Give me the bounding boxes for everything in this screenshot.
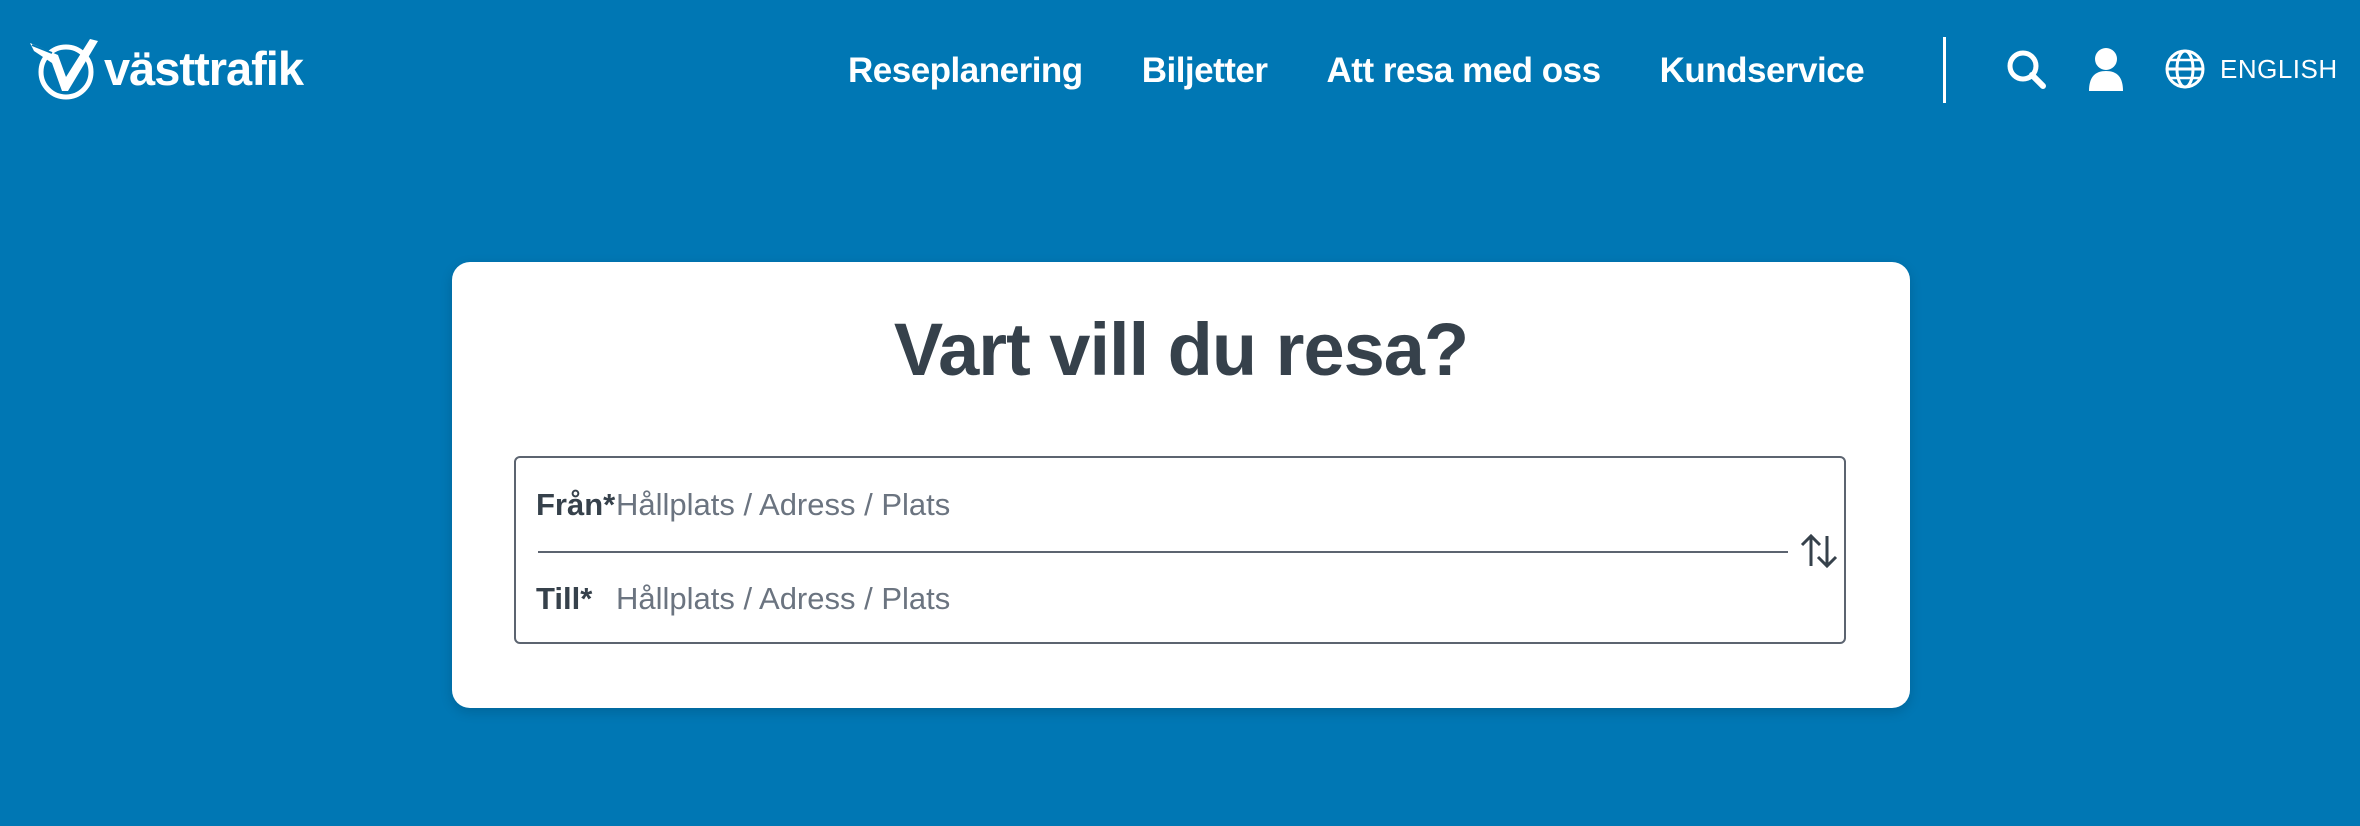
user-button[interactable] [2083,46,2129,92]
from-field-row: Från* [516,460,1776,550]
nav-item-att-resa-med-oss[interactable]: Att resa med oss [1327,51,1602,91]
swap-button[interactable] [1798,530,1840,572]
nav-item-reseplanering[interactable]: Reseplanering [848,51,1083,91]
vasttrafik-logo[interactable]: västtrafik [28,36,304,104]
logo-text: västtrafik [104,41,304,95]
nav-item-kundservice[interactable]: Kundservice [1660,51,1865,91]
vasttrafik-logo-icon [30,39,98,100]
to-input[interactable] [616,581,1776,617]
user-icon [2089,48,2123,91]
globe-icon [2165,49,2205,89]
search-icon [2007,50,2046,89]
swap-arrows-icon [1800,533,1838,569]
language-button[interactable]: ENGLISH [2164,46,2338,92]
main-nav: Reseplanering Biljetter Att resa med oss… [848,44,1865,98]
trip-planner-card: Vart vill du resa? Från* Till* [452,262,1910,708]
header-divider [1943,37,1946,103]
language-label: ENGLISH [2220,53,2338,84]
to-field-row: Till* [516,554,1776,644]
to-label: Till* [536,581,593,616]
from-label: Från* [536,487,616,522]
search-button[interactable] [2003,46,2049,92]
site-header: västtrafik Reseplanering Biljetter Att r… [0,0,2360,140]
nav-item-biljetter[interactable]: Biljetter [1142,51,1268,91]
planner-title: Vart vill du resa? [893,308,1469,391]
from-input[interactable] [616,487,1776,523]
field-separator [538,551,1788,553]
trip-search-box: Från* Till* [514,456,1846,644]
